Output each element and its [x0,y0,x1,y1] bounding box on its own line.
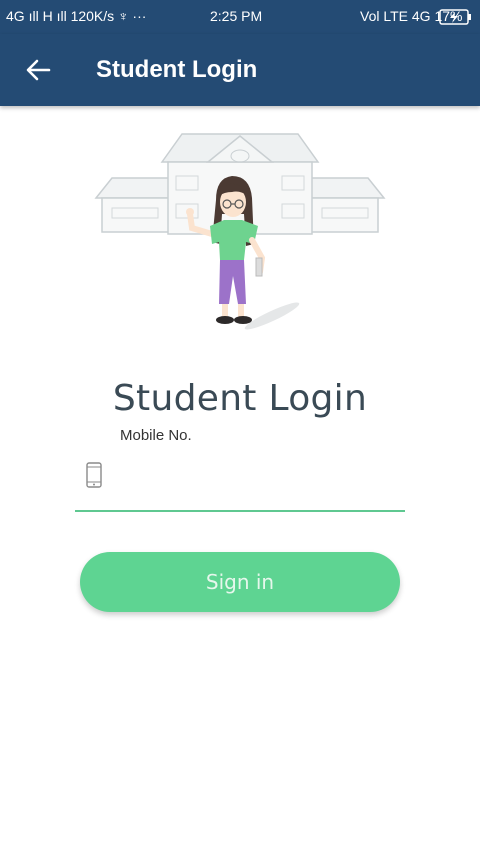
login-heading: Student Login [112,378,368,419]
status-network: 4G ıll H ıll 120K/s ♆ ··· [6,8,147,24]
mobile-label: Mobile No. [120,427,192,444]
status-bar: 4G ıll H ıll 120K/s ♆ ··· 2:25 PM Vol LT… [0,0,480,34]
battery-icon [439,9,471,25]
app-title: Student Login [96,56,258,83]
app-bar: Student Login [0,34,480,106]
arrow-left-icon [26,59,51,81]
status-time: 2:25 PM [210,8,263,24]
mobile-number-input[interactable] [112,460,402,496]
mobile-phone-icon [86,462,102,488]
mobile-input-underline [75,510,405,512]
sign-in-button[interactable]: Sign in [80,552,400,612]
back-button[interactable] [18,54,58,86]
school-student-illustration [94,133,386,330]
